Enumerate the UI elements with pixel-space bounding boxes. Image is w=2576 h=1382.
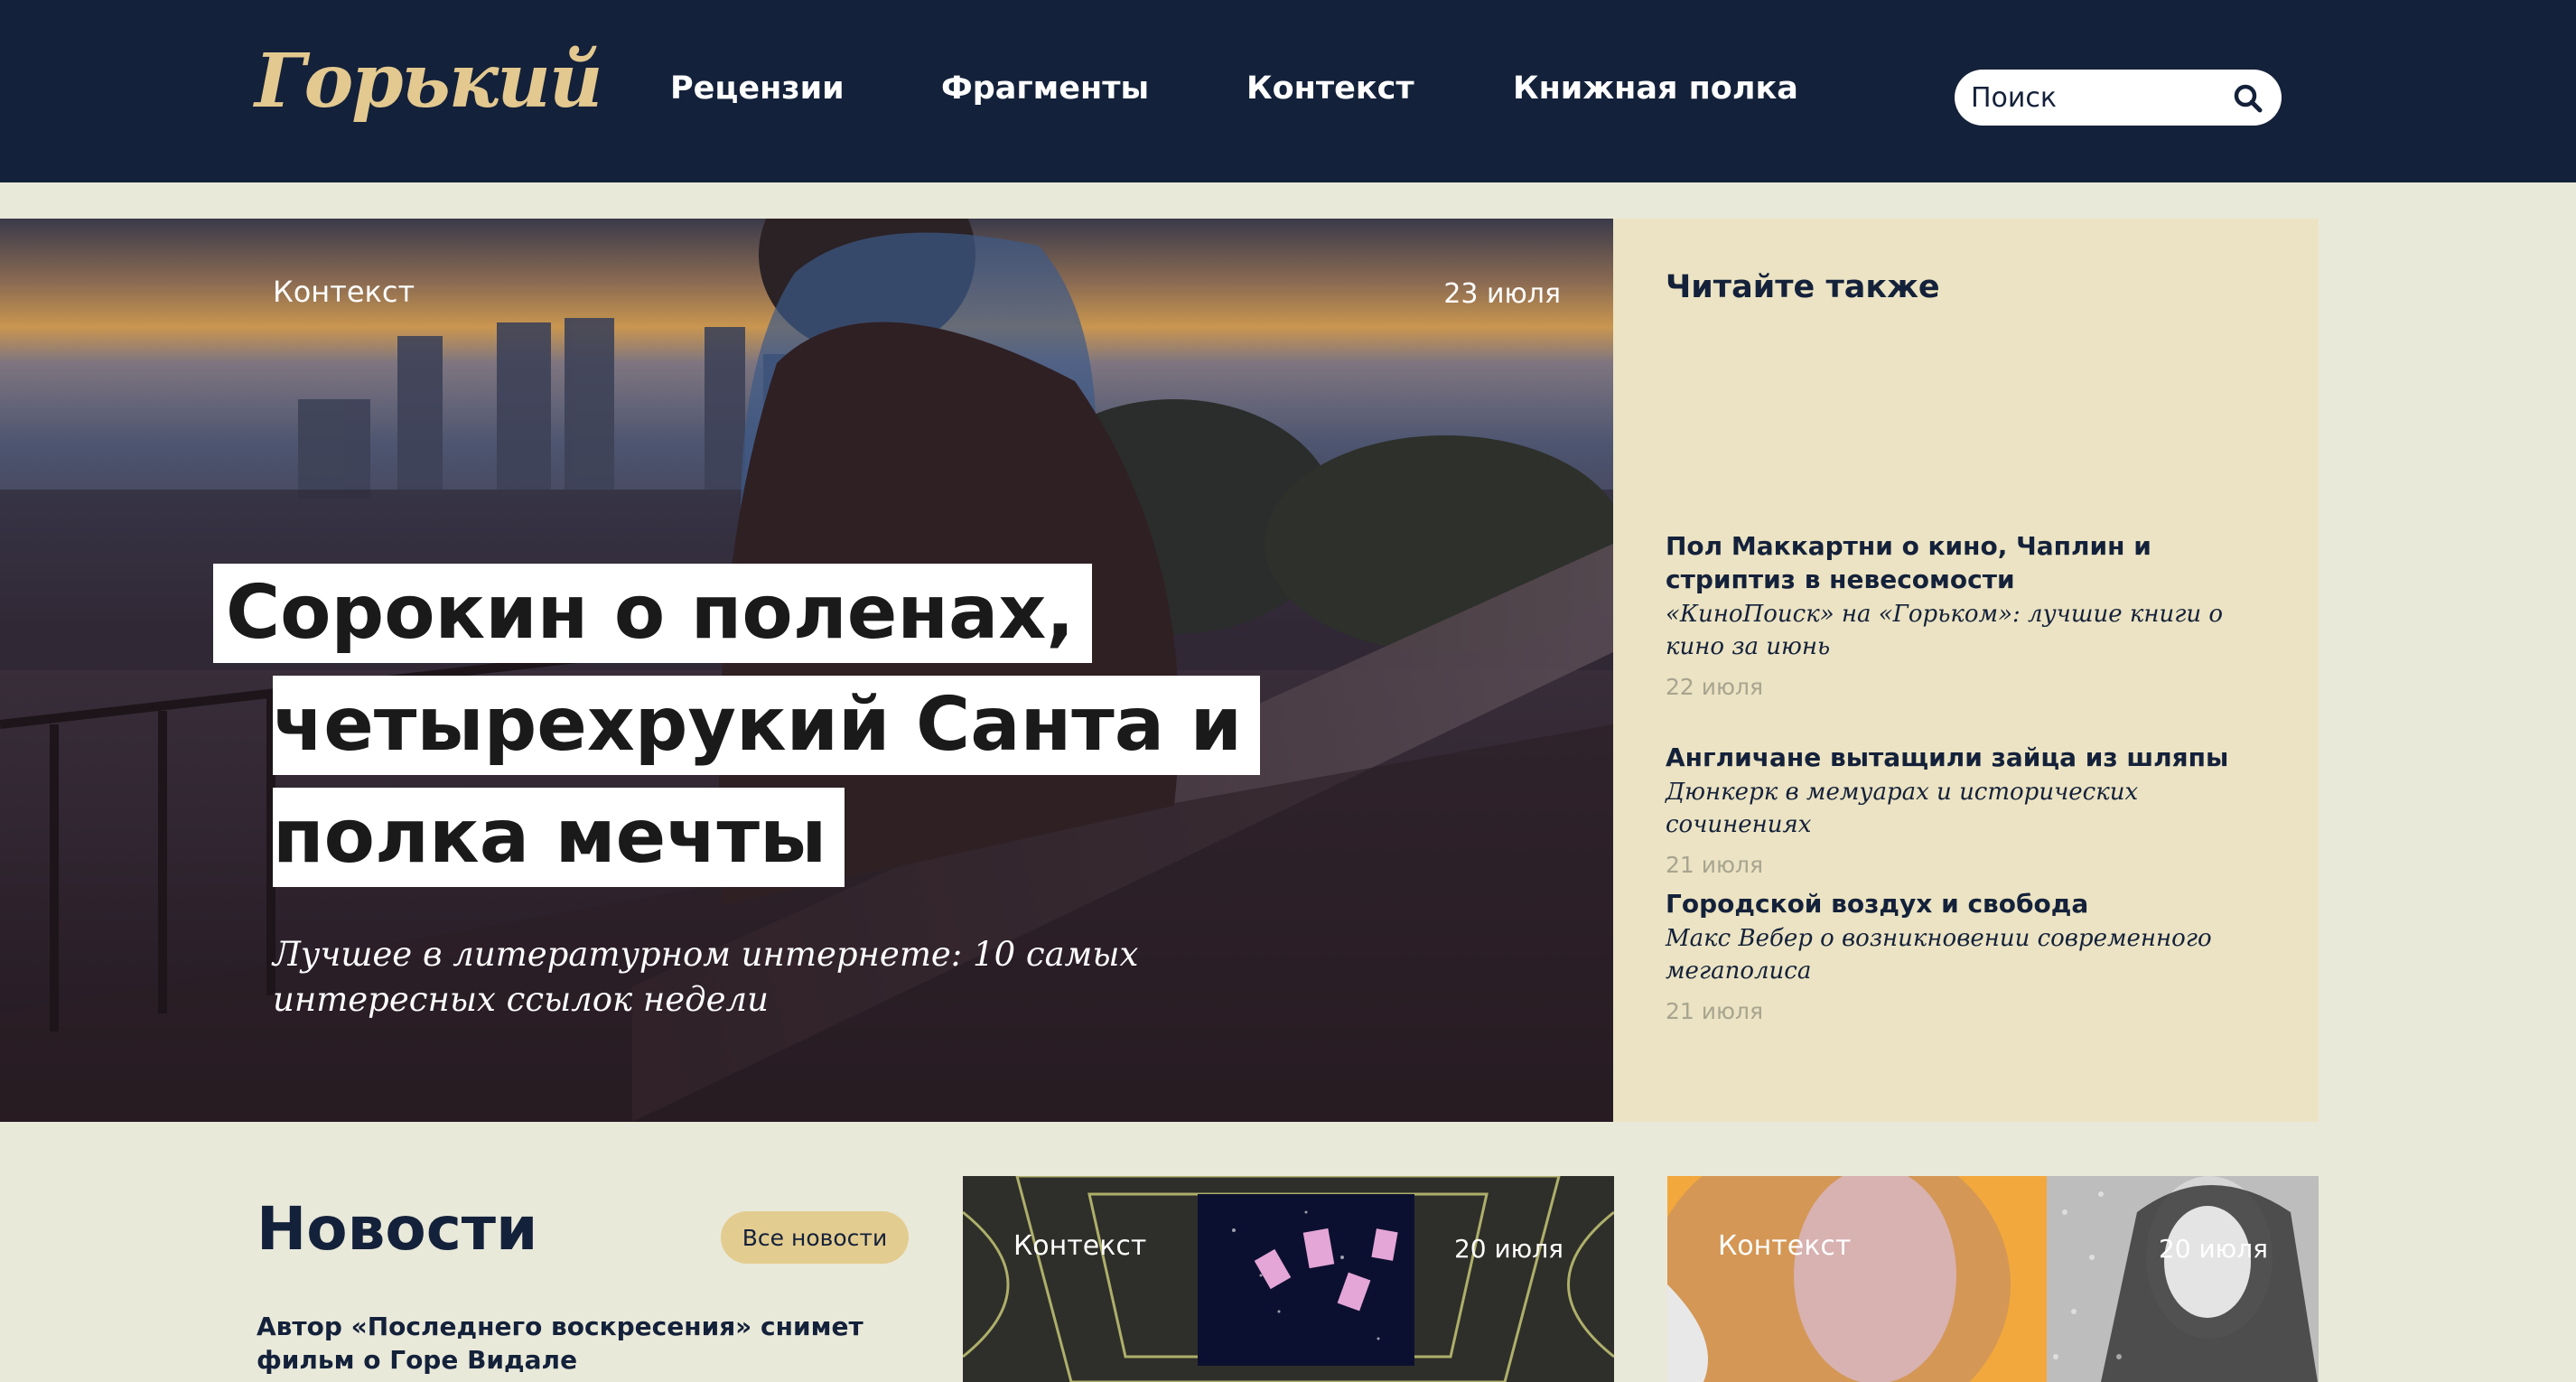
hero-title-line[interactable]: полка мечты bbox=[273, 788, 845, 887]
site-header: Горький Рецензии Фрагменты Контекст Книж… bbox=[0, 0, 2576, 182]
read-also-item[interactable]: Городской воздух и свобода Макс Вебер о … bbox=[1666, 887, 2280, 1024]
hero-article[interactable]: Контекст 23 июля Сорокин о поленах, четы… bbox=[0, 219, 1613, 1122]
nav-bookshelf[interactable]: Книжная полка bbox=[1513, 70, 1798, 107]
news-heading: Новости bbox=[257, 1194, 538, 1264]
search-icon[interactable] bbox=[2231, 81, 2265, 116]
hero-title-line[interactable]: Сорокин о поленах, bbox=[213, 564, 1093, 663]
news-item-title[interactable]: Автор «Последнего воскресения» снимет фи… bbox=[257, 1310, 916, 1377]
nav-reviews[interactable]: Рецензии bbox=[670, 70, 845, 107]
card-rubric[interactable]: Контекст bbox=[1718, 1230, 1851, 1262]
read-also-item-date: 21 июля bbox=[1666, 998, 1764, 1024]
hero-subtitle: Лучшее в литературном интернете: 10 самы… bbox=[273, 935, 1139, 1019]
card-rubric[interactable]: Контекст bbox=[1013, 1230, 1146, 1262]
read-also-heading: Читайте также bbox=[1666, 269, 1940, 305]
read-also-item-title[interactable]: Пол Маккартни о кино, Чаплин и стриптиз … bbox=[1666, 529, 2280, 596]
read-also-item-subtitle: Дюнкерк в мемуарах и исторических сочине… bbox=[1666, 779, 2139, 838]
read-also-item[interactable]: Англичане вытащили зайца из шляпы Дюнкер… bbox=[1666, 741, 2280, 878]
all-news-button[interactable]: Все новости bbox=[721, 1211, 909, 1264]
search-input[interactable] bbox=[1971, 70, 2224, 126]
read-also-panel: Читайте также Пол Маккартни о кино, Чапл… bbox=[1613, 219, 2319, 1122]
search-box bbox=[1955, 70, 2282, 126]
read-also-item-title[interactable]: Англичане вытащили зайца из шляпы bbox=[1666, 741, 2280, 774]
card-image bbox=[963, 1176, 1614, 1382]
read-also-item-subtitle: «КиноПоиск» на «Горьком»: лучшие книги о… bbox=[1666, 601, 2224, 660]
site-logo[interactable]: Горький bbox=[255, 38, 602, 125]
hero-title-line[interactable]: четырехрукий Санта и bbox=[273, 676, 1261, 775]
read-also-item[interactable]: Пол Маккартни о кино, Чаплин и стриптиз … bbox=[1666, 529, 2280, 700]
article-card[interactable]: Контекст 20 июля bbox=[963, 1176, 1614, 1382]
nav-fragments[interactable]: Фрагменты bbox=[941, 70, 1149, 107]
read-also-item-subtitle: Макс Вебер о возникновении современного … bbox=[1666, 925, 2212, 985]
read-also-item-date: 21 июля bbox=[1666, 852, 1764, 878]
hero-title[interactable]: Сорокин о поленах, четырехрукий Санта и … bbox=[213, 564, 1261, 900]
article-card[interactable]: Контекст 20 июля bbox=[1667, 1176, 2319, 1382]
read-also-item-title[interactable]: Городской воздух и свобода bbox=[1666, 887, 2280, 920]
nav-context[interactable]: Контекст bbox=[1246, 70, 1414, 107]
card-date: 20 июля bbox=[1453, 1234, 1563, 1264]
hero-date: 23 июля bbox=[1443, 278, 1561, 310]
hero-rubric[interactable]: Контекст bbox=[273, 275, 415, 309]
card-date: 20 июля bbox=[2158, 1234, 2268, 1264]
card-image bbox=[1667, 1176, 2319, 1382]
read-also-item-date: 22 июля bbox=[1666, 674, 1764, 700]
